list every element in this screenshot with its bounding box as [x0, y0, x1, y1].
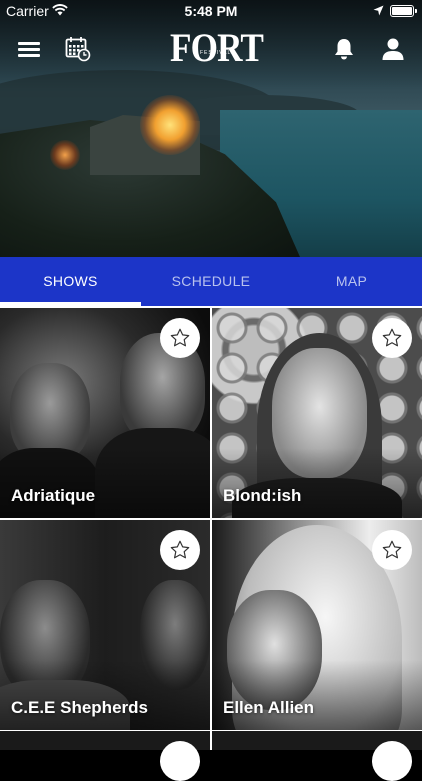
favorite-star-button[interactable] [372, 741, 412, 781]
calendar-icon[interactable] [65, 36, 91, 62]
clock: 5:48 PM [184, 3, 238, 19]
tab-shows[interactable]: SHOWS [0, 257, 141, 306]
battery-icon [390, 5, 417, 17]
artist-grid: Adriatique Blond:ish C.E.E Shepherds Ell… [0, 306, 422, 750]
bell-icon[interactable] [333, 37, 355, 61]
status-bar: Carrier 5:48 PM [0, 0, 422, 22]
favorite-star-button[interactable] [372, 530, 412, 570]
star-icon [382, 328, 402, 347]
star-icon [170, 328, 190, 347]
star-icon [170, 540, 190, 559]
artist-card[interactable]: Blond:ish [212, 308, 422, 518]
fort-festival-logo: FORT FESTIVAL [170, 25, 264, 70]
artist-card-partial[interactable] [212, 731, 422, 781]
artist-name: Ellen Allien [223, 698, 315, 717]
artist-name: Blond:ish [223, 486, 302, 505]
favorite-star-button[interactable] [160, 318, 200, 358]
artist-card-partial[interactable] [0, 731, 210, 781]
favorite-star-button[interactable] [372, 318, 412, 358]
location-arrow-icon [373, 5, 384, 16]
tab-schedule[interactable]: SCHEDULE [141, 257, 281, 306]
artist-card[interactable]: Ellen Allien [212, 520, 422, 730]
favorite-star-button[interactable] [160, 741, 200, 781]
menu-icon[interactable] [18, 40, 40, 58]
artist-card[interactable]: Adriatique [0, 308, 210, 518]
tab-bar: SHOWS SCHEDULE MAP [0, 257, 422, 306]
tab-map[interactable]: MAP [281, 257, 422, 306]
artist-card[interactable]: C.E.E Shepherds [0, 520, 210, 730]
star-icon [382, 540, 402, 559]
favorite-star-button[interactable] [160, 530, 200, 570]
artist-name: Adriatique [11, 486, 96, 505]
artist-name: C.E.E Shepherds [11, 698, 148, 717]
user-icon[interactable] [381, 37, 405, 61]
